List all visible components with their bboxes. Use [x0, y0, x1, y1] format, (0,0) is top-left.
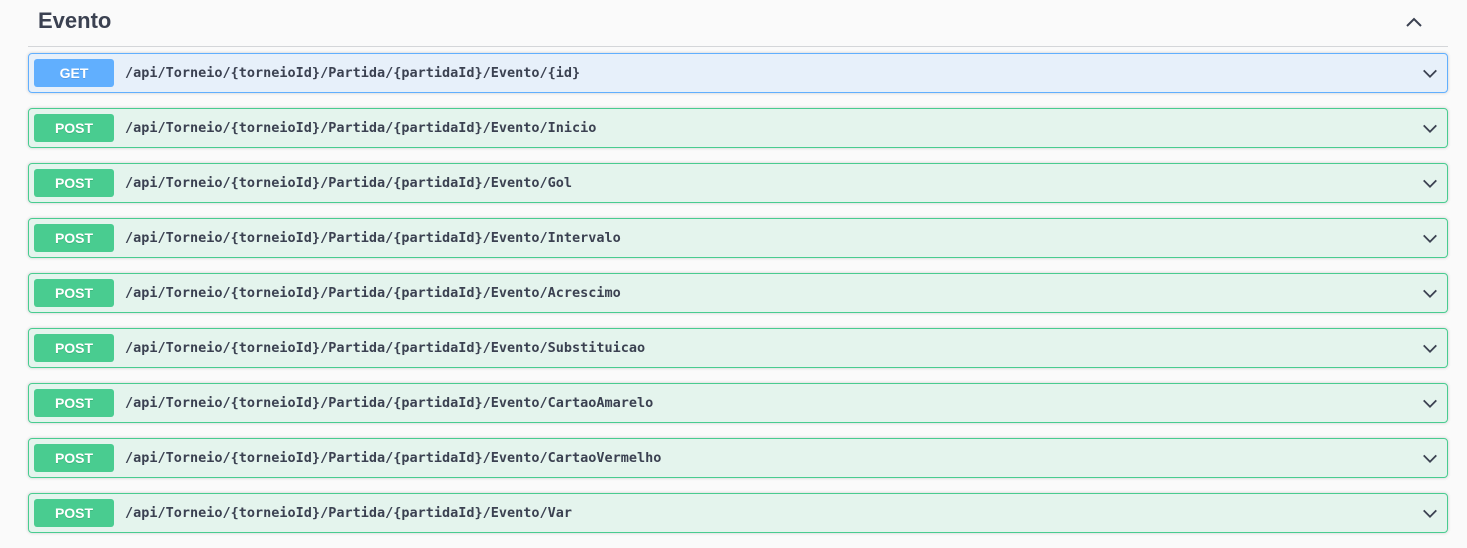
method-badge: GET	[34, 59, 114, 87]
operation-post-acrescimo[interactable]: POST /api/Torneio/{torneioId}/Partida/{p…	[28, 273, 1448, 313]
operation-path: /api/Torneio/{torneioId}/Partida/{partid…	[125, 340, 646, 356]
section-header[interactable]: Evento	[28, 0, 1448, 47]
operation-path: /api/Torneio/{torneioId}/Partida/{partid…	[125, 285, 621, 301]
chevron-down-icon[interactable]	[1421, 65, 1439, 83]
method-badge: POST	[34, 114, 114, 142]
operation-post-substituicao[interactable]: POST /api/Torneio/{torneioId}/Partida/{p…	[28, 328, 1448, 368]
section-title: Evento	[38, 8, 112, 33]
operation-path: /api/Torneio/{torneioId}/Partida/{partid…	[125, 230, 621, 246]
operation-path: /api/Torneio/{torneioId}/Partida/{partid…	[125, 65, 581, 81]
chevron-down-icon[interactable]	[1421, 285, 1439, 303]
method-badge: POST	[34, 169, 114, 197]
operation-post-inicio[interactable]: POST /api/Torneio/{torneioId}/Partida/{p…	[28, 108, 1448, 148]
method-badge: POST	[34, 499, 114, 527]
operation-path: /api/Torneio/{torneioId}/Partida/{partid…	[125, 395, 654, 411]
operations-list: GET /api/Torneio/{torneioId}/Partida/{pa…	[28, 53, 1448, 548]
chevron-down-icon[interactable]	[1421, 395, 1439, 413]
method-badge: POST	[34, 389, 114, 417]
method-badge: POST	[34, 334, 114, 362]
operation-post-cartaovermelho[interactable]: POST /api/Torneio/{torneioId}/Partida/{p…	[28, 438, 1448, 478]
chevron-down-icon[interactable]	[1421, 340, 1439, 358]
chevron-down-icon[interactable]	[1421, 175, 1439, 193]
operation-path: /api/Torneio/{torneioId}/Partida/{partid…	[125, 450, 662, 466]
chevron-down-icon[interactable]	[1421, 120, 1439, 138]
method-badge: POST	[34, 279, 114, 307]
operation-get-evento-id[interactable]: GET /api/Torneio/{torneioId}/Partida/{pa…	[28, 53, 1448, 93]
chevron-down-icon[interactable]	[1421, 450, 1439, 468]
operation-path: /api/Torneio/{torneioId}/Partida/{partid…	[125, 175, 573, 191]
operation-post-intervalo[interactable]: POST /api/Torneio/{torneioId}/Partida/{p…	[28, 218, 1448, 258]
method-badge: POST	[34, 444, 114, 472]
chevron-up-icon[interactable]	[1404, 12, 1424, 32]
api-section-evento: Evento GET /api/Torneio/{torneioId}/Part…	[28, 0, 1448, 533]
operation-post-var[interactable]: POST /api/Torneio/{torneioId}/Partida/{p…	[28, 493, 1448, 533]
operation-path: /api/Torneio/{torneioId}/Partida/{partid…	[125, 505, 573, 521]
chevron-down-icon[interactable]	[1421, 505, 1439, 523]
method-badge: POST	[34, 224, 114, 252]
chevron-down-icon[interactable]	[1421, 230, 1439, 248]
operation-path: /api/Torneio/{torneioId}/Partida/{partid…	[125, 120, 597, 136]
operation-post-gol[interactable]: POST /api/Torneio/{torneioId}/Partida/{p…	[28, 163, 1448, 203]
operation-post-cartaoamarelo[interactable]: POST /api/Torneio/{torneioId}/Partida/{p…	[28, 383, 1448, 423]
